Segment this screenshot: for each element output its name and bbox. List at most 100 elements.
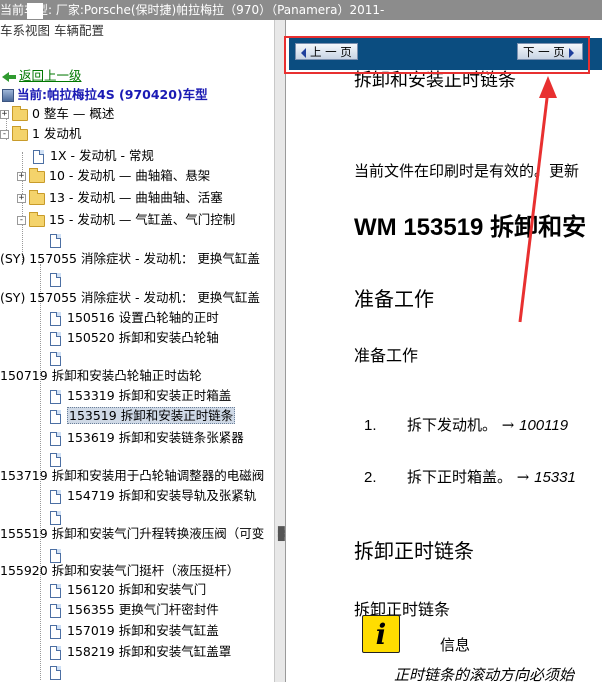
tree-item[interactable]: 155920 拆卸和安装气门挺杆（液压挺杆）: [0, 561, 239, 580]
window-title: 当前车型: 厂家:Porsche(保时捷)帕拉梅拉（970）（Panamera）…: [0, 3, 385, 17]
tree-item[interactable]: 153619 拆卸和安装链条张紧器: [50, 428, 244, 447]
document-pane: 上 一 页 下 一 页 拆卸和安装正时链条 当前文件在印刷时是有效的。更新 WM…: [289, 20, 602, 682]
info-icon: i: [362, 615, 400, 653]
collapse-icon[interactable]: -: [17, 216, 26, 225]
tree-item-selected[interactable]: 153519 拆卸和安装正时链条: [50, 406, 236, 425]
tree-item[interactable]: - 15 - 发动机 — 气缸盖、气门控制: [17, 210, 235, 229]
subsection-heading: 准备工作: [354, 346, 419, 365]
tree-item-label: 150719 拆卸和安装凸轮轴正时齿轮: [0, 368, 202, 383]
document-title: 拆卸和安装正时链条: [354, 70, 516, 91]
step-number: 1.: [364, 417, 377, 434]
step-reference-link[interactable]: 100119: [519, 417, 568, 434]
tree-item[interactable]: 153319 拆卸和安装正时箱盖: [50, 386, 231, 405]
tree-item-label: 156120 拆卸和安装气门: [67, 582, 207, 597]
document-icon: [50, 510, 61, 525]
tree-item-label: 153519 拆卸和安装正时链条: [67, 407, 236, 424]
back-arrow-icon: [2, 71, 16, 82]
tree-item[interactable]: 154719 拆卸和安装导轨及张紧轨: [50, 486, 256, 505]
tree-item[interactable]: [50, 269, 67, 288]
tree-item[interactable]: +13 - 发动机 — 曲轴曲轴、活塞: [17, 188, 223, 207]
collapse-icon[interactable]: -: [0, 130, 9, 139]
folder-icon: [12, 105, 28, 121]
tree-item-label: 157019 拆卸和安装气缸盖: [67, 623, 219, 638]
folder-icon: [29, 189, 45, 205]
tree-item-label: (SY) 157055 消除症状 - 发动机： 更换气缸盖: [0, 251, 260, 266]
document-icon: [50, 409, 61, 424]
tree-item[interactable]: +10 - 发动机 — 曲轴箱、悬架: [17, 166, 210, 185]
tree-item[interactable]: [50, 348, 67, 367]
tree-item[interactable]: 1X - 发动机 - 常规: [33, 146, 154, 165]
pane-splitter[interactable]: ■ ■ ■: [274, 20, 286, 682]
tree-item-label: 153719 拆卸和安装用于凸轮轴调整器的电磁阀: [0, 468, 265, 483]
section-heading: 拆卸正时链条: [354, 539, 474, 563]
step-reference-link[interactable]: 15331: [534, 469, 576, 486]
tree-item-label: 150520 拆卸和安装凸轮轴: [67, 330, 219, 345]
expand-icon[interactable]: +: [0, 110, 9, 119]
tree-item[interactable]: [50, 230, 67, 249]
document-icon: [50, 431, 61, 446]
expand-icon[interactable]: +: [17, 172, 26, 181]
next-page-label: 下 一 页: [523, 45, 565, 59]
tree-item-label: 10 - 发动机 — 曲轴箱、悬架: [49, 168, 211, 183]
tree-item[interactable]: (SY) 157055 消除症状 - 发动机： 更换气缸盖: [0, 288, 260, 307]
tree-item[interactable]: - 1 发动机: [0, 124, 81, 143]
tree-item-label: 153319 拆卸和安装正时箱盖: [67, 388, 232, 403]
current-model-row: 当前:帕拉梅拉4S (970420)车型: [2, 85, 208, 104]
view-tabs-cut[interactable]: 车系视图 车辆配置: [0, 24, 104, 40]
expand-icon[interactable]: +: [17, 194, 26, 203]
tree-item[interactable]: 150520 拆卸和安装凸轮轴: [50, 328, 219, 347]
tree-item[interactable]: (SY) 157055 消除症状 - 发动机： 更换气缸盖: [0, 249, 260, 268]
document-icon: [33, 149, 44, 164]
document-icon: [50, 311, 61, 326]
tree-item[interactable]: 153719 拆卸和安装用于凸轮轴调整器的电磁阀: [0, 466, 264, 485]
tree-item[interactable]: 150516 设置凸轮轴的正时: [50, 308, 219, 327]
procedure-heading: WM 153519 拆卸和安: [354, 214, 587, 241]
tree-item-label: 158219 拆卸和安装气缸盖罩: [67, 644, 232, 659]
tree-item[interactable]: 156120 拆卸和安装气门: [50, 580, 206, 599]
document-icon: [50, 452, 61, 467]
tree-item-label: 153619 拆卸和安装链条张紧器: [67, 430, 244, 445]
tree-item-label: 150516 设置凸轮轴的正时: [67, 310, 219, 325]
step-number: 2.: [364, 469, 377, 486]
tree-item-label: 15 - 发动机 — 气缸盖、气门控制: [49, 212, 236, 227]
folder-open-icon: [29, 211, 45, 227]
back-link[interactable]: 返回上一级: [19, 68, 82, 83]
section-heading: 准备工作: [354, 287, 434, 311]
tree-item[interactable]: +0 整车 — 概述: [0, 104, 114, 123]
document-icon: [50, 645, 61, 660]
tree-item-label: 13 - 发动机 — 曲轴曲轴、活塞: [49, 190, 223, 205]
prev-page-button[interactable]: 上 一 页: [295, 43, 358, 60]
document-icon: [50, 351, 61, 366]
tree-item[interactable]: 150719 拆卸和安装凸轮轴正时齿轮: [0, 366, 202, 385]
tree-item[interactable]: 156355 更换气门杆密封件: [50, 600, 219, 619]
document-icon: [50, 389, 61, 404]
arrow-left-icon: [301, 47, 306, 58]
step-item: 1. 拆下发动机。 → 100119: [364, 414, 568, 435]
back-link-row[interactable]: 返回上一级: [2, 66, 82, 85]
navigation-tree-pane: 车系视图 车辆配置 返回上一级 当前:帕拉梅拉4S (970420)车型 +0 …: [0, 20, 274, 682]
document-icon: [50, 603, 61, 618]
tree-item-label: 156355 更换气门杆密封件: [67, 602, 219, 617]
vehicle-icon: [2, 89, 14, 102]
step-text: 拆下正时箱盖。 →: [407, 468, 535, 486]
tree-item-label: 1X - 发动机 - 常规: [50, 148, 154, 163]
next-page-button[interactable]: 下 一 页: [517, 43, 583, 60]
document-icon: [50, 331, 61, 346]
tree-item[interactable]: 158219 拆卸和安装气缸盖罩: [50, 642, 231, 661]
folder-open-icon: [12, 125, 28, 141]
tree-item[interactable]: 155519 拆卸和安装气门升程转换液压阀（可变: [0, 524, 264, 543]
tree-item-label: 155920 拆卸和安装气门挺杆（液压挺杆）: [0, 563, 240, 578]
window-icon: [27, 3, 43, 19]
info-icon-glyph: i: [375, 618, 387, 651]
window-titlebar: 当前车型: 厂家:Porsche(保时捷)帕拉梅拉（970）（Panamera）…: [0, 0, 602, 20]
document-icon: [50, 272, 61, 287]
folder-icon: [29, 167, 45, 183]
tree-item[interactable]: 157019 拆卸和安装气缸盖: [50, 621, 219, 640]
tree-item-label: 154719 拆卸和安装导轨及张紧轨: [67, 488, 257, 503]
info-label: 信息: [440, 636, 471, 654]
validity-note: 当前文件在印刷时是有效的。更新: [354, 162, 580, 180]
prev-page-label: 上 一 页: [310, 45, 352, 59]
arrow-right-icon: [568, 47, 574, 58]
tree-item[interactable]: [50, 662, 67, 681]
step-item: 2. 拆下正时箱盖。 → 15331: [364, 466, 576, 487]
